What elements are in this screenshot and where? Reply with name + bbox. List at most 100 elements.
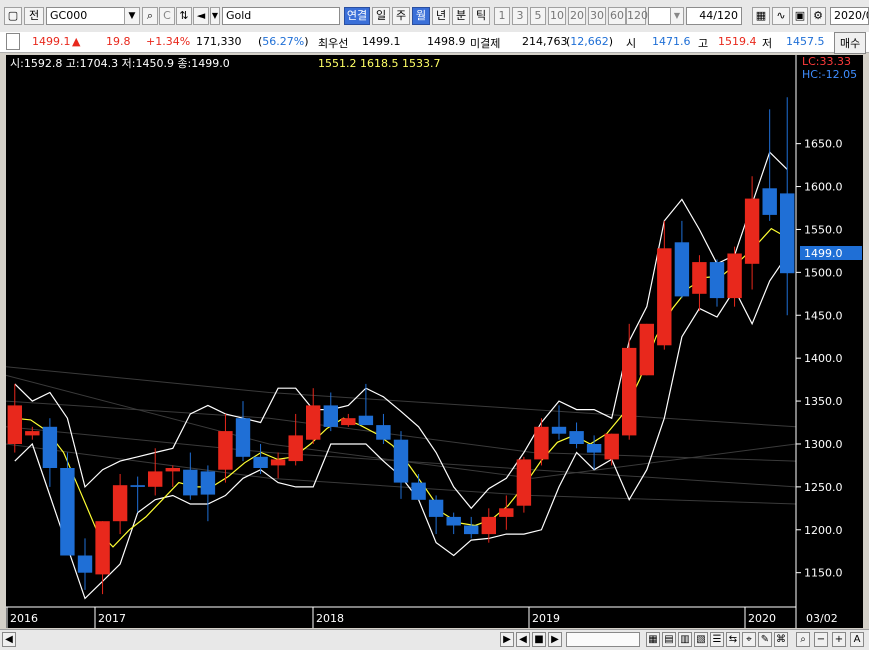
- candle-body: [586, 444, 602, 453]
- interval-button[interactable]: 30: [588, 7, 606, 25]
- magnet-icon[interactable]: ⌘: [774, 632, 788, 647]
- scroll-left-icon[interactable]: ◀: [2, 632, 16, 647]
- table-icon[interactable]: ▥: [678, 632, 692, 647]
- candle-body: [551, 426, 567, 434]
- sound-icon[interactable]: ◄: [193, 7, 209, 25]
- swap-icon[interactable]: ⇅: [176, 7, 192, 25]
- stop-button[interactable]: ■: [532, 632, 546, 647]
- play-forward-button[interactable]: ▶: [548, 632, 562, 647]
- candle-body: [709, 262, 725, 299]
- zoom-in-button[interactable]: +: [832, 632, 846, 647]
- save-icon[interactable]: ▣: [792, 7, 808, 25]
- interval-button[interactable]: 10: [548, 7, 566, 25]
- chart-type-icon[interactable]: ▦: [752, 7, 770, 25]
- lc-readout: LC:33.33: [802, 55, 851, 68]
- oi-change-value: 12,662: [570, 35, 609, 48]
- sound-dropdown-icon[interactable]: ▼: [210, 7, 220, 25]
- tab-tick[interactable]: 틱: [472, 7, 490, 25]
- lock-icon[interactable]: [6, 33, 20, 50]
- candle-body: [77, 555, 93, 573]
- line-tool-icon[interactable]: ∿: [772, 7, 790, 25]
- mode-button[interactable]: 전: [24, 7, 44, 25]
- candle-body: [727, 253, 742, 299]
- tab-week[interactable]: 주: [392, 7, 410, 25]
- y-tick-label: 1550.0: [804, 223, 843, 236]
- cursor-icon[interactable]: ⌖: [742, 632, 756, 647]
- play-back-button[interactable]: ◀: [516, 632, 530, 647]
- candle-body: [393, 439, 409, 483]
- gear-icon[interactable]: ⚙: [810, 7, 826, 25]
- indicator-icon[interactable]: ▤: [662, 632, 676, 647]
- volume: 171,330: [196, 35, 242, 48]
- candle-body: [235, 418, 251, 457]
- text-tool-button[interactable]: A: [850, 632, 864, 647]
- candle-body: [130, 485, 145, 487]
- clear-icon[interactable]: C: [159, 7, 175, 25]
- chart-scrollbar[interactable]: ◀ ▶ ◀ ■ ▶ ▦ ▤ ▥ ▧ ☰ ⇆ ⌖ ✎ ⌘ ⌕ − + A: [0, 629, 869, 650]
- window-icon[interactable]: ▢: [4, 7, 22, 25]
- y-tick-label: 1150.0: [804, 567, 843, 580]
- tab-link[interactable]: 연결: [344, 7, 370, 25]
- compare-icon[interactable]: ⇆: [726, 632, 740, 647]
- interval-button[interactable]: 5: [530, 7, 546, 25]
- candle-body: [604, 433, 619, 460]
- high-price: 1519.4: [718, 35, 757, 48]
- best-label: 최우선: [318, 37, 349, 50]
- hc-readout: HC:-12.05: [802, 68, 857, 81]
- current-price-label: 1499.0: [804, 247, 843, 260]
- candle-body: [218, 431, 233, 470]
- quote-bar: 1499.1 ▲ 19.8 +1.34% 171,330 (56.27%) 최우…: [0, 32, 869, 54]
- y-tick-label: 1650.0: [804, 138, 843, 151]
- draw-icon[interactable]: ✎: [758, 632, 772, 647]
- moving-average-line: [14, 227, 789, 548]
- y-tick-label: 1250.0: [804, 481, 843, 494]
- tab-year[interactable]: 년: [432, 7, 450, 25]
- search-zoom-icon[interactable]: ⌕: [796, 632, 810, 647]
- interval-button[interactable]: 120: [626, 7, 648, 25]
- candle-body: [499, 508, 514, 517]
- interval-button[interactable]: 60: [608, 7, 626, 25]
- date-corner: 03/02: [806, 612, 838, 625]
- grid-icon[interactable]: ▧: [694, 632, 708, 647]
- tab-month[interactable]: 월: [412, 7, 430, 25]
- buy-button[interactable]: 매수: [834, 32, 867, 54]
- code-dropdown-icon[interactable]: ▼: [124, 7, 140, 25]
- y-tick-label: 1400.0: [804, 352, 843, 365]
- interval-button[interactable]: 1: [494, 7, 510, 25]
- name-display: Gold: [222, 7, 340, 25]
- zoom-slider[interactable]: [566, 632, 640, 647]
- layout-icon[interactable]: ▦: [646, 632, 660, 647]
- interval-dropdown-icon[interactable]: ▼: [670, 7, 684, 25]
- candle-body: [464, 525, 479, 535]
- count-input[interactable]: 44/120: [686, 7, 742, 25]
- oi-change: (12,662): [566, 35, 614, 48]
- candle-body: [60, 468, 75, 556]
- candle-body: [674, 242, 690, 297]
- tab-day[interactable]: 일: [372, 7, 390, 25]
- zoom-out-button[interactable]: −: [814, 632, 828, 647]
- candle-body: [657, 248, 672, 346]
- x-tick-label: 2017: [98, 612, 126, 625]
- search-icon[interactable]: ⌕: [142, 7, 158, 25]
- scroll-right-icon[interactable]: ▶: [500, 632, 514, 647]
- tab-minute[interactable]: 분: [452, 7, 470, 25]
- candle-body: [411, 482, 426, 500]
- x-tick-label: 2018: [316, 612, 344, 625]
- candle-body: [358, 415, 374, 426]
- candle-body: [306, 405, 321, 440]
- interval-button[interactable]: 20: [568, 7, 586, 25]
- x-tick-label: 2020: [748, 612, 776, 625]
- candle-body: [569, 431, 584, 444]
- candle-body: [428, 499, 444, 517]
- candlestick-chart[interactable]: 1650.0 1600.0 1550.0 1500.0 1450.0 1400.0 1350…: [5, 55, 863, 628]
- list-icon[interactable]: ☰: [710, 632, 724, 647]
- candle-body: [270, 459, 286, 466]
- price-chart[interactable]: 1650.0 1600.0 1550.0 1500.0 1450.0 1400.0 1350…: [5, 55, 863, 628]
- y-tick-label: 1200.0: [804, 524, 843, 537]
- interval-button[interactable]: 3: [512, 7, 528, 25]
- volume-ratio-value: 56.27%: [262, 35, 305, 48]
- low-label: 저: [762, 37, 773, 50]
- candle-body: [42, 426, 58, 468]
- y-tick-label: 1450.0: [804, 309, 843, 322]
- date-input[interactable]: 2020/0: [830, 7, 869, 25]
